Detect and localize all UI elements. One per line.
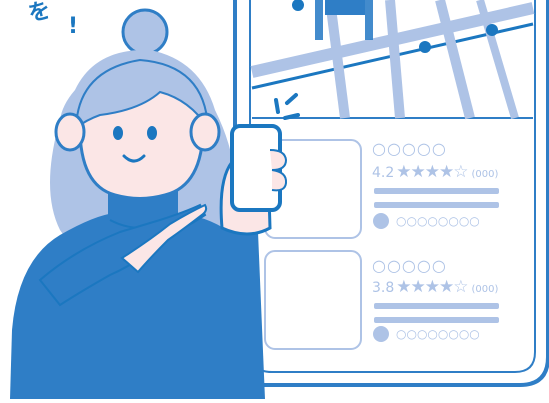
listing-1-review-count: (000): [471, 169, 499, 180]
listing-2-review-count: (000): [471, 284, 499, 295]
eye: [147, 126, 157, 140]
listing-2-rating-row: 3.8 ★★★★☆ (000): [372, 277, 498, 297]
listing-1-rating-row: 4.2 ★★★★☆ (000): [372, 162, 498, 182]
listing-1-rating: 4.2: [372, 165, 395, 181]
map-pin: [486, 24, 498, 36]
star-rating-icon: ★★★★☆: [396, 277, 468, 297]
location-pin-icon: [373, 213, 389, 229]
listing-2-name: ○○○○○: [372, 256, 447, 275]
listing-2-rating: 3.8: [372, 280, 395, 296]
listing-2-address: ○○○○○○○○: [396, 327, 480, 341]
location-pin-icon: [373, 326, 389, 342]
listing-1-name: ○○○○○: [372, 139, 447, 158]
listing-1-address: ○○○○○○○○: [396, 214, 480, 228]
map-pin: [419, 41, 431, 53]
caption-exclaim: !: [68, 14, 79, 39]
eye: [113, 126, 123, 140]
star-rating-icon: ★★★★☆: [396, 162, 468, 182]
